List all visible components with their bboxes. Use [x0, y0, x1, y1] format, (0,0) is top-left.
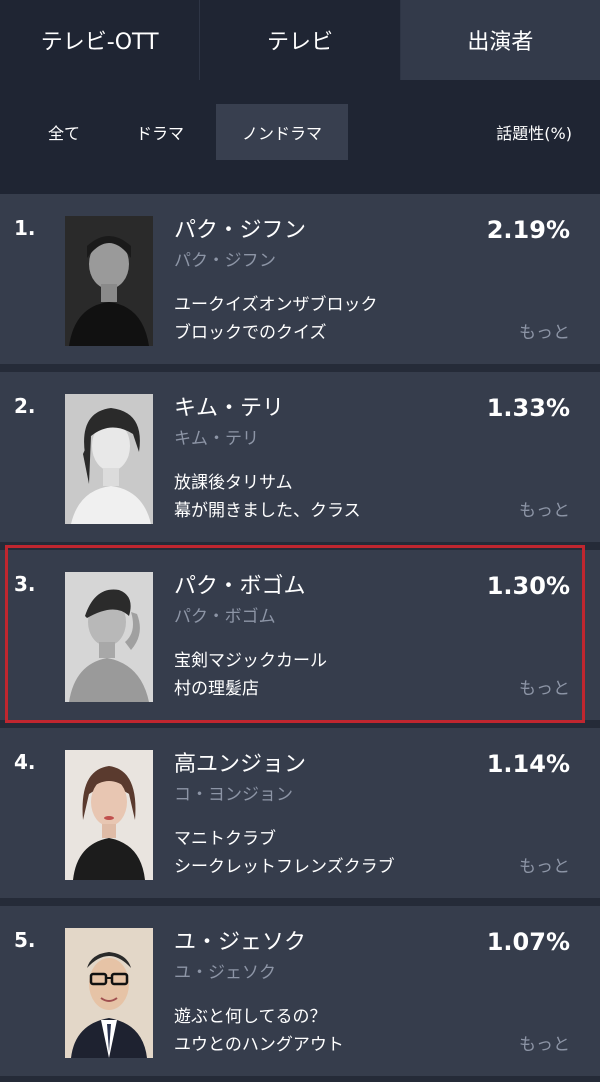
- avatar: [65, 394, 153, 524]
- show-subtitle: シークレットフレンズクラブ: [174, 857, 395, 877]
- more-link[interactable]: もっと: [519, 674, 570, 699]
- show-subtitle: 村の理髪店: [174, 679, 259, 699]
- cast-subname: コ・ヨンジョン: [174, 785, 293, 805]
- show-subtitle: ブロックでのクイズ: [174, 323, 327, 343]
- buzz-percent: 2.19%: [486, 216, 570, 244]
- rank-number: 4.: [14, 750, 36, 774]
- more-link[interactable]: もっと: [519, 1030, 570, 1055]
- more-link[interactable]: もっと: [519, 496, 570, 521]
- rank-number: 2.: [14, 394, 36, 418]
- show-title: マニトクラブ: [174, 829, 276, 849]
- show-title: 遊ぶと何してるの？: [174, 1007, 327, 1027]
- avatar: [65, 750, 153, 880]
- ranking-row[interactable]: 4. 高ユンジョン コ・ヨンジョン マニトクラブ シークレットフレンズクラブ 1…: [0, 728, 600, 898]
- ranking-row[interactable]: 2. キム・テリ キム・テリ 放課後タリサム 幕が開きました、クラス 1.33%…: [0, 372, 600, 542]
- cast-subname: ユ・ジェソク: [174, 963, 276, 983]
- ranking-row[interactable]: 3. パク・ボゴム パク・ボゴム 宝剣マジックカール 村の理髪店 1.30% も…: [0, 550, 600, 720]
- cast-name: パク・ジフン: [174, 218, 307, 243]
- avatar: [65, 216, 153, 346]
- buzz-percent: 1.07%: [486, 928, 570, 956]
- show-subtitle: 幕が開きました、クラス: [174, 501, 361, 521]
- top-tab-bar: テレビ-OTT テレビ 出演者: [0, 0, 600, 81]
- ranking-row[interactable]: 1. パク・ジフン パク・ジフン ユークイズオンザブロック ブロックでのクイズ …: [0, 194, 600, 364]
- show-title: ユークイズオンザブロック: [174, 295, 378, 315]
- rank-number: 1.: [14, 216, 36, 240]
- cast-subname: パク・ジフン: [174, 251, 276, 271]
- tab-tv[interactable]: テレビ: [200, 0, 401, 80]
- cast-subname: キム・テリ: [174, 429, 259, 449]
- rank-number: 5.: [14, 928, 36, 952]
- tab-tv-ott[interactable]: テレビ-OTT: [0, 0, 201, 80]
- more-link[interactable]: もっと: [519, 318, 570, 343]
- filter-all[interactable]: 全て: [28, 104, 100, 160]
- cast-name: ユ・ジェソク: [174, 930, 307, 955]
- show-title: 放課後タリサム: [174, 473, 293, 493]
- ranking-row[interactable]: 5. ユ・ジェソク ユ・ジェソク 遊ぶと何してるの？ ユウとのハングアウト 1.…: [0, 906, 600, 1076]
- avatar: [65, 928, 153, 1058]
- buzz-percent: 1.30%: [486, 572, 570, 600]
- filter-non-drama[interactable]: ノンドラマ: [216, 104, 348, 160]
- rank-number: 3.: [14, 572, 36, 596]
- filter-bar: 全て ドラマ ノンドラマ 話題性(%): [0, 80, 600, 194]
- buzz-percent: 1.33%: [486, 394, 570, 422]
- cast-name: キム・テリ: [174, 396, 285, 421]
- cast-name: パク・ボゴム: [174, 574, 306, 599]
- tab-cast[interactable]: 出演者: [400, 0, 600, 80]
- cast-subname: パク・ボゴム: [174, 607, 276, 627]
- show-title: 宝剣マジックカール: [174, 651, 327, 671]
- filter-drama[interactable]: ドラマ: [110, 104, 210, 160]
- show-subtitle: ユウとのハングアウト: [174, 1035, 344, 1055]
- avatar: [65, 572, 153, 702]
- more-link[interactable]: もっと: [519, 852, 570, 877]
- cast-name: 高ユンジョン: [174, 752, 307, 777]
- metric-label: 話題性(%): [496, 124, 572, 143]
- buzz-percent: 1.14%: [486, 750, 570, 778]
